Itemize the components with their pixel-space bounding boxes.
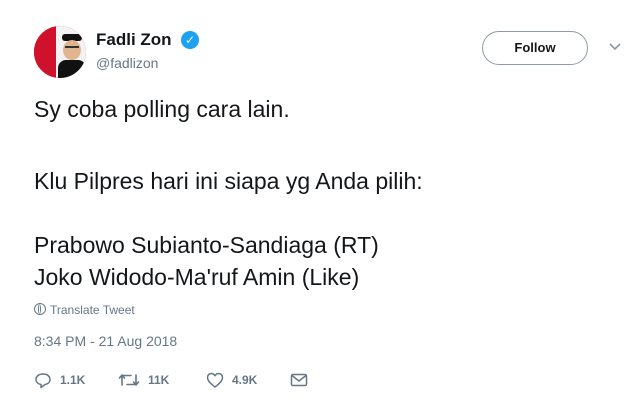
envelope-icon xyxy=(290,373,308,387)
translate-tweet-link[interactable]: Translate Tweet xyxy=(34,303,135,317)
chevron-down-icon[interactable] xyxy=(609,39,621,51)
tweet-timestamp[interactable]: 8:34 PM - 21 Aug 2018 xyxy=(34,333,177,349)
heart-icon xyxy=(206,372,224,388)
tweet-text-line-3: Prabowo Subianto-Sandiaga (RT) xyxy=(34,232,379,258)
avatar-portrait xyxy=(56,26,86,78)
retweet-count: 11K xyxy=(148,373,170,387)
tweet-text-line-2: Klu Pilpres hari ini siapa yg Anda pilih… xyxy=(34,168,423,194)
reply-count: 1.1K xyxy=(60,373,86,387)
like-count: 4.9K xyxy=(232,373,258,387)
tweet-text-line-4: Joko Widodo-Ma'ruf Amin (Like) xyxy=(34,264,360,290)
tweet-text-line-1: Sy coba polling cara lain. xyxy=(34,96,290,122)
follow-button[interactable]: Follow xyxy=(482,31,588,65)
author-avatar[interactable] xyxy=(34,26,86,78)
like-action[interactable]: 4.9K xyxy=(206,370,257,390)
author-name[interactable]: Fadli Zon xyxy=(96,30,172,50)
verified-badge-icon: ✓ xyxy=(181,31,199,49)
retweet-action[interactable]: 11K xyxy=(118,370,169,390)
reply-action[interactable]: 1.1K xyxy=(34,370,85,390)
direct-message-action[interactable] xyxy=(290,370,308,390)
author-handle[interactable]: @fadlizon xyxy=(96,55,158,71)
globe-icon xyxy=(34,303,46,315)
reply-icon xyxy=(35,372,51,388)
retweet-icon xyxy=(118,374,140,386)
translate-label: Translate Tweet xyxy=(50,303,135,317)
